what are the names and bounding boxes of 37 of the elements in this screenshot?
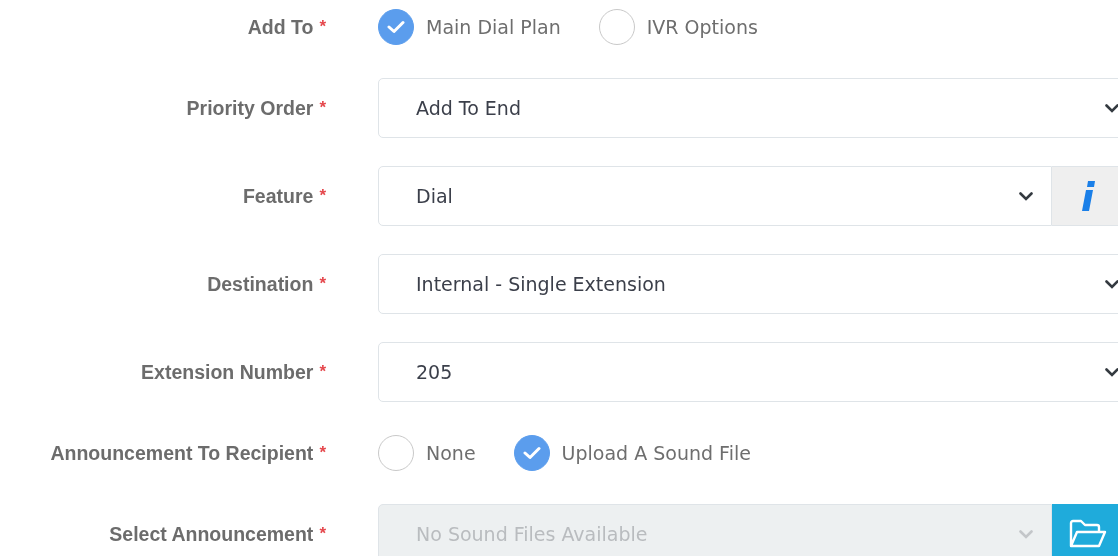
select-field[interactable]: Dial — [378, 166, 1052, 226]
browse-button[interactable] — [1052, 504, 1118, 556]
field-label: Priority Order — [186, 96, 314, 120]
radio-button[interactable] — [378, 9, 414, 45]
radio-option[interactable]: None — [378, 435, 476, 471]
select-field[interactable]: Internal - Single Extension — [378, 254, 1118, 314]
required-mark: * — [319, 274, 326, 294]
chevron-down-icon — [1105, 367, 1118, 377]
required-mark: * — [319, 98, 326, 118]
chevron-down-icon — [1105, 103, 1118, 113]
required-mark: * — [319, 186, 326, 206]
field-label: Announcement To Recipient — [50, 441, 314, 465]
radio-option[interactable]: Upload A Sound File — [513, 435, 751, 471]
radio-option[interactable]: Main Dial Plan — [378, 9, 561, 45]
folder-icon — [1069, 519, 1107, 549]
info-icon — [1082, 181, 1096, 211]
radio-option[interactable]: IVR Options — [598, 9, 758, 45]
select-field[interactable]: 205 — [378, 342, 1118, 402]
info-button[interactable] — [1052, 166, 1118, 226]
check-icon — [522, 446, 541, 460]
required-mark: * — [319, 524, 326, 544]
check-icon — [387, 20, 405, 34]
radio-button[interactable] — [598, 9, 635, 45]
field-label: Select Announcement — [109, 522, 314, 546]
field-label: Extension Number — [141, 360, 314, 384]
chevron-down-icon — [1019, 191, 1033, 201]
required-mark: * — [319, 17, 326, 37]
radio-button[interactable] — [513, 435, 550, 471]
select-field[interactable]: Add To End — [378, 78, 1118, 138]
radio-button[interactable] — [378, 435, 414, 471]
field-label: Feature — [242, 184, 314, 208]
chevron-down-icon — [1019, 529, 1033, 539]
chevron-down-icon — [1105, 279, 1118, 289]
field-label: Add To — [247, 15, 314, 39]
required-mark: * — [319, 443, 326, 463]
field-label: Destination — [207, 272, 314, 296]
required-mark: * — [319, 362, 326, 382]
